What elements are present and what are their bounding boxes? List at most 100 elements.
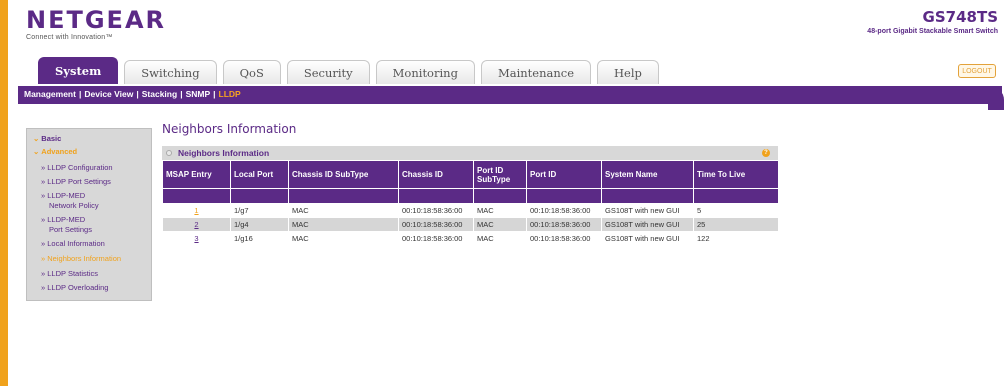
subnav-lldp[interactable]: LLDP [219, 89, 241, 99]
table-row: 2 1/g4 MAC 00:10:18:58:36:00 MAC 00:10:1… [162, 217, 779, 232]
filter-cell [473, 188, 527, 204]
column-header: Port ID SubType [473, 160, 527, 189]
sidebar-item-label: Neighbors Information [47, 254, 122, 263]
help-icon[interactable]: ? [762, 149, 770, 157]
subnav-management[interactable]: Management [24, 89, 76, 99]
sidebar-item-lldp-med-network-policy[interactable]: » LLDP-MED [41, 191, 85, 200]
subnav-device-view[interactable]: Device View [84, 89, 133, 99]
sidebar-item-label: LLDP-MED [47, 215, 86, 224]
table-cell: 00:10:18:58:36:00 [398, 203, 474, 218]
table-cell: 5 [693, 203, 779, 218]
table-cell: 122 [693, 231, 779, 246]
sidebar-item-local-information[interactable]: » Local Information [41, 239, 105, 248]
tab-help[interactable]: Help [597, 60, 659, 84]
tab-switching[interactable]: Switching [124, 60, 217, 84]
logo-text: NETGEAR [26, 6, 166, 34]
neighbors-panel: Neighbors Information ? MSAP Entry Local… [162, 146, 779, 246]
page-title: Neighbors Information [162, 122, 297, 136]
column-header: System Name [601, 160, 694, 189]
tab-qos[interactable]: QoS [222, 60, 281, 84]
sub-navigation-bar: Management | Device View | Stacking | SNMP | LLD… [18, 86, 1004, 110]
tab-system[interactable]: System [38, 57, 119, 84]
table-cell: 00:10:18:58:36:00 [526, 231, 602, 246]
sidebar-advanced[interactable]: ⌄ Advanced [33, 147, 77, 156]
column-header: Chassis ID SubType [288, 160, 399, 189]
table-cell: 00:10:18:58:36:00 [526, 217, 602, 232]
table-cell: MAC [473, 231, 527, 246]
chevron-down-icon: ⌄ [33, 134, 40, 143]
sidebar-item-lldp-med-port-settings[interactable]: » LLDP-MED [41, 215, 85, 224]
filter-cell [230, 188, 289, 204]
filter-cell [601, 188, 694, 204]
left-accent-bar [0, 0, 8, 386]
table-cell: 1/g4 [230, 217, 289, 232]
msap-entry-link[interactable]: 3 [162, 231, 231, 246]
table-cell: GS108T with new GUI [601, 203, 694, 218]
model-info: GS748TS 48-port Gigabit Stackable Smart … [867, 8, 998, 35]
column-header: Time To Live [693, 160, 779, 189]
sidebar-item-label: Port Settings [49, 225, 92, 234]
msap-entry-link[interactable]: 1 [162, 203, 231, 218]
filter-cell [693, 188, 779, 204]
table-cell: MAC [473, 203, 527, 218]
sidebar-item-label: LLDP-MED [47, 191, 86, 200]
table-cell: 00:10:18:58:36:00 [398, 231, 474, 246]
sidebar-item-label: Network Policy [49, 201, 99, 210]
tab-monitoring[interactable]: Monitoring [375, 60, 475, 84]
sidebar-item-label: LLDP Port Settings [47, 177, 111, 186]
column-header: Local Port [230, 160, 289, 189]
sidebar-advanced-label: Advanced [41, 147, 78, 156]
subnav-stacking[interactable]: Stacking [142, 89, 177, 99]
main-tabs: System Switching QoS Security Monitoring… [38, 57, 659, 84]
sub-navigation: Management | Device View | Stacking | SNMP | LLD… [24, 89, 241, 99]
table-cell: GS108T with new GUI [601, 231, 694, 246]
table-cell: MAC [288, 217, 399, 232]
sidebar-item-label: LLDP Configuration [47, 163, 113, 172]
tab-security[interactable]: Security [286, 60, 370, 84]
table-cell: 00:10:18:58:36:00 [526, 203, 602, 218]
logo-tagline: Connect with Innovation™ [26, 34, 113, 41]
panel-title: Neighbors Information [178, 148, 270, 158]
model-description: 48-port Gigabit Stackable Smart Switch [867, 28, 998, 35]
filter-cell [398, 188, 474, 204]
table-cell: MAC [473, 217, 527, 232]
table-filter-row [162, 188, 779, 204]
table-cell: 25 [693, 217, 779, 232]
filter-cell [526, 188, 602, 204]
table-cell: 00:10:18:58:36:00 [398, 217, 474, 232]
column-header: MSAP Entry [162, 160, 231, 189]
subnav-separator: | [136, 89, 139, 99]
column-header: Chassis ID [398, 160, 474, 189]
chevron-down-icon: ⌄ [33, 147, 40, 156]
table-cell: MAC [288, 203, 399, 218]
table-row: 1 1/g7 MAC 00:10:18:58:36:00 MAC 00:10:1… [162, 203, 779, 218]
column-header: Port ID [526, 160, 602, 189]
sidebar-item-lldp-overloading[interactable]: » LLDP Overloading [41, 283, 108, 292]
filter-cell [288, 188, 399, 204]
sidebar-item-lldp-port-settings[interactable]: » LLDP Port Settings [41, 177, 111, 186]
table-row: 3 1/g16 MAC 00:10:18:58:36:00 MAC 00:10:… [162, 231, 779, 246]
sidebar-item-label: Local Information [47, 239, 105, 248]
subnav-snmp[interactable]: SNMP [186, 89, 211, 99]
sidebar-item-network-policy: Network Policy [49, 201, 99, 210]
tab-maintenance[interactable]: Maintenance [480, 60, 591, 84]
table-cell: GS108T with new GUI [601, 217, 694, 232]
model-name: GS748TS [922, 8, 998, 26]
table-header-row: MSAP Entry Local Port Chassis ID SubType… [162, 160, 779, 189]
table-cell: MAC [288, 231, 399, 246]
table-cell: 1/g7 [230, 203, 289, 218]
sidebar-item-lldp-configuration[interactable]: » LLDP Configuration [41, 163, 113, 172]
sidebar-basic-label: Basic [41, 134, 62, 143]
sidebar-basic[interactable]: ⌄ Basic [33, 134, 61, 143]
subbar-curve [988, 86, 1004, 110]
sidebar-item-label: LLDP Statistics [47, 269, 98, 278]
panel-bullet-icon [166, 150, 172, 156]
subnav-separator: | [180, 89, 183, 99]
neighbors-table: MSAP Entry Local Port Chassis ID SubType… [162, 160, 779, 246]
logout-button[interactable]: LOGOUT [958, 64, 996, 78]
sidebar-item-label: LLDP Overloading [47, 283, 109, 292]
filter-cell [162, 188, 231, 204]
sidebar-item-neighbors-information[interactable]: » Neighbors Information [41, 254, 121, 263]
msap-entry-link[interactable]: 2 [162, 217, 231, 232]
sidebar-item-lldp-statistics[interactable]: » LLDP Statistics [41, 269, 98, 278]
